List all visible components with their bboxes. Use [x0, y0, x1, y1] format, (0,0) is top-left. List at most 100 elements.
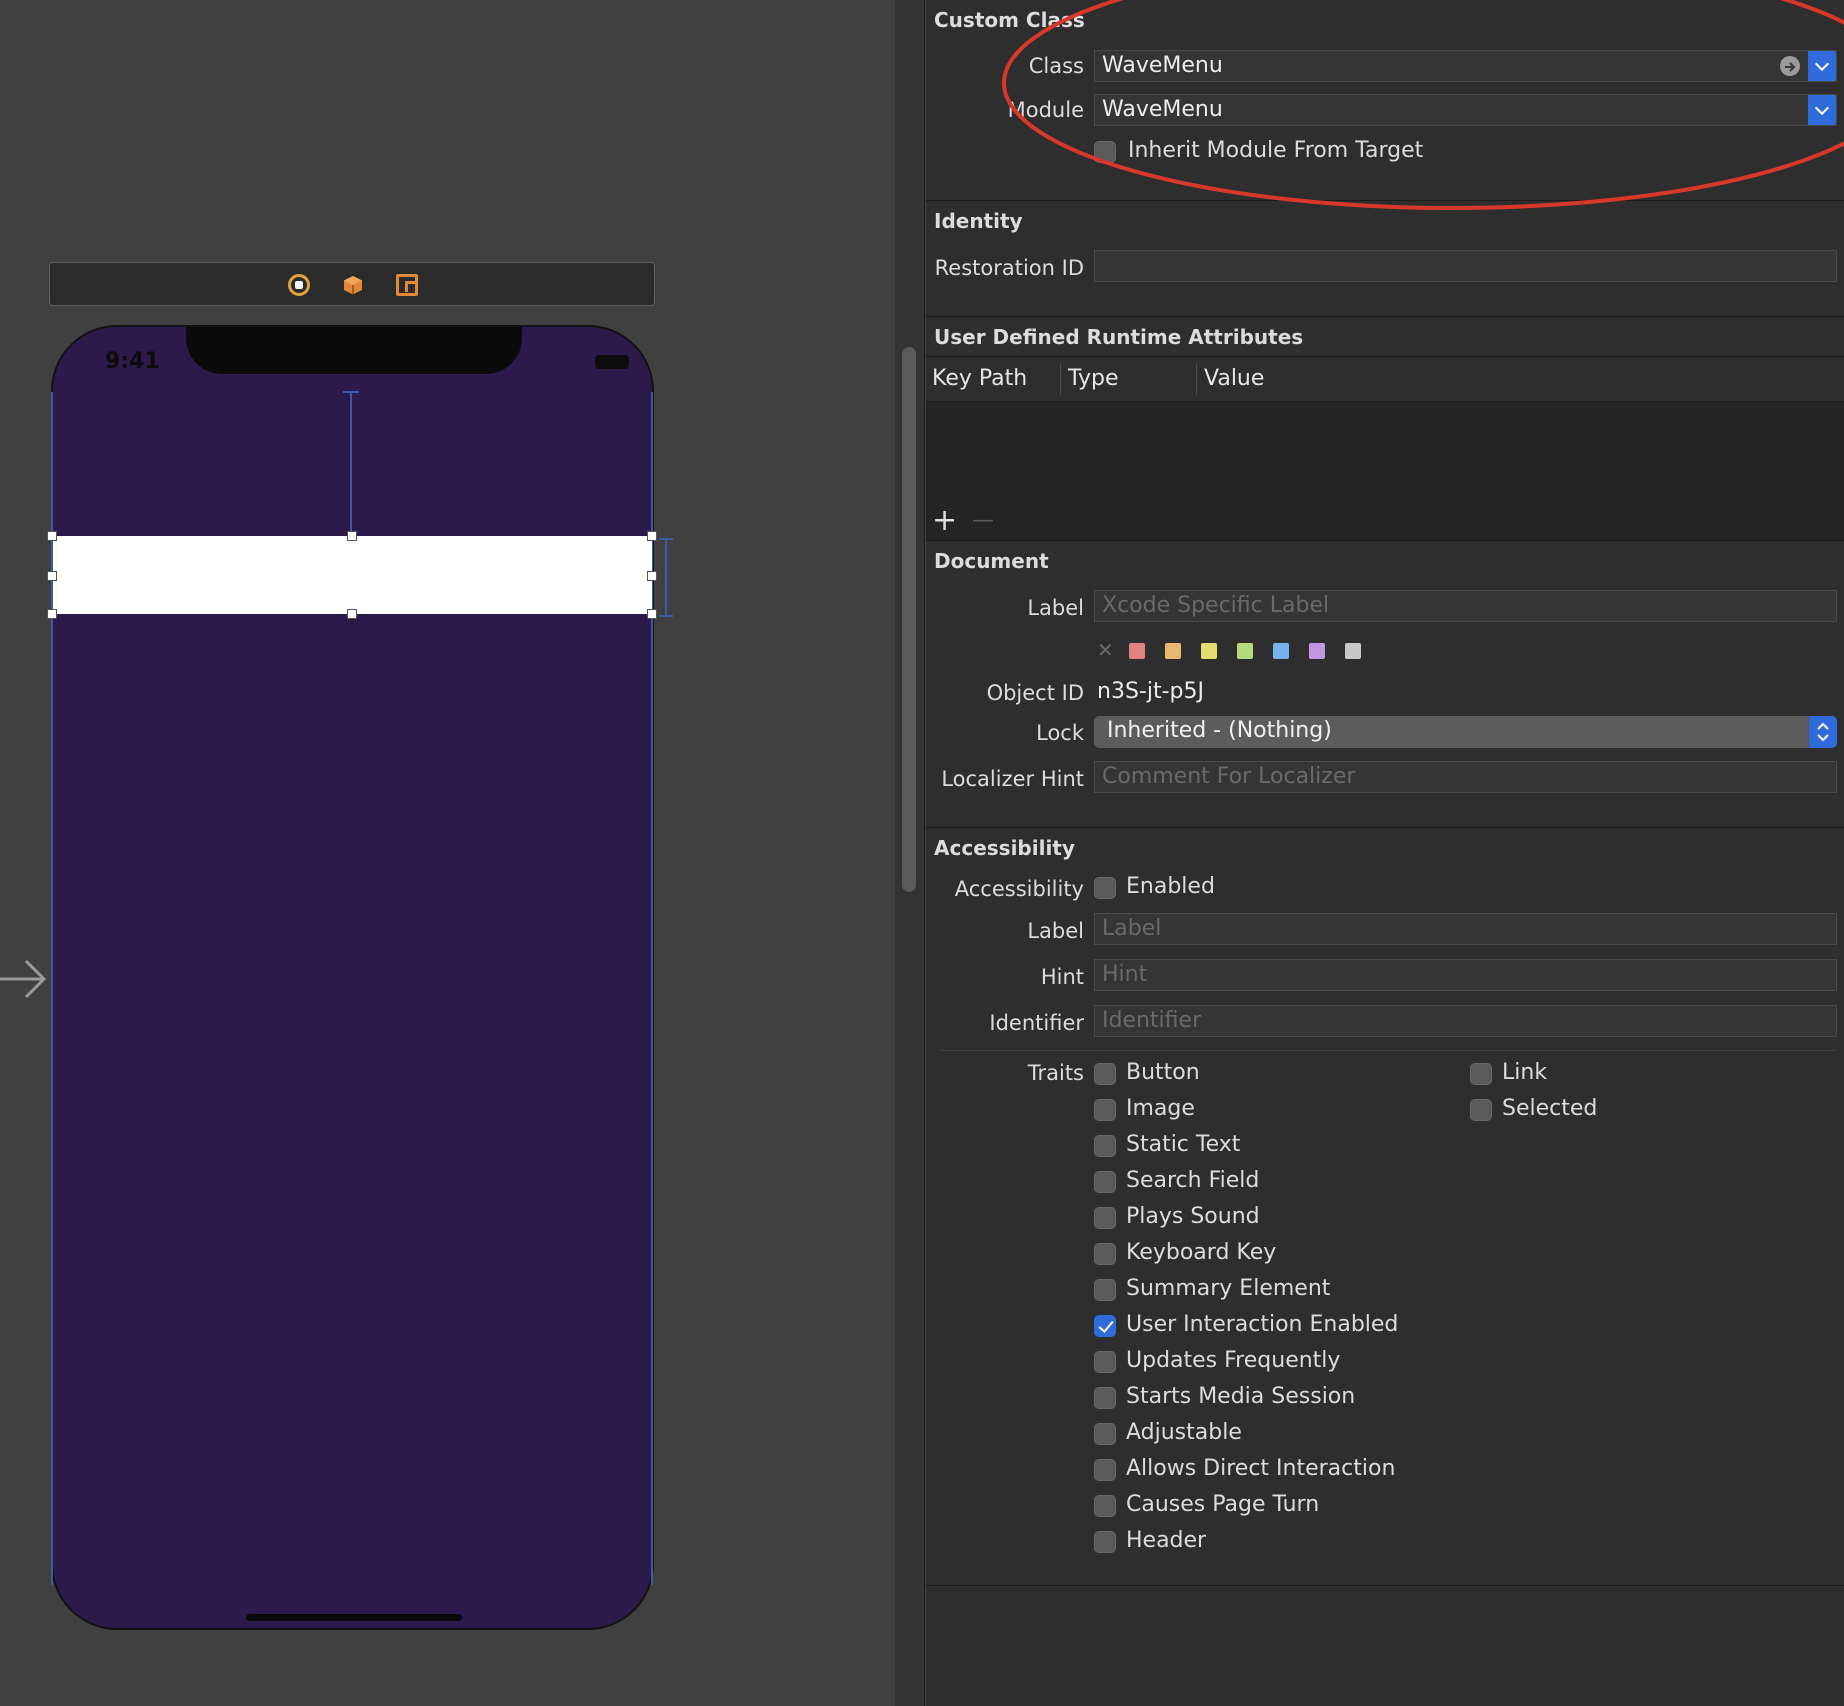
- go-to-class-icon[interactable]: [1780, 56, 1800, 76]
- top-constraint[interactable]: [350, 392, 352, 536]
- wave-menu-view[interactable]: [53, 536, 652, 614]
- first-responder-icon[interactable]: [342, 274, 364, 296]
- udra-table-header: Key Path Type Value: [926, 356, 1844, 402]
- col-type[interactable]: Type: [1068, 366, 1119, 391]
- entry-point-arrow-icon[interactable]: [0, 955, 48, 1003]
- document-label-label: Label: [1027, 596, 1084, 620]
- class-label: Class: [1028, 54, 1084, 78]
- trait-checkbox[interactable]: [1094, 1279, 1116, 1301]
- divider: [926, 316, 1844, 317]
- localizer-hint-placeholder: Comment For Localizer: [1102, 764, 1356, 789]
- swatch-gray[interactable]: [1345, 643, 1361, 659]
- resize-handle[interactable]: [647, 609, 657, 619]
- inherit-module-checkbox[interactable]: [1094, 141, 1116, 163]
- add-attribute-button[interactable]: +: [932, 506, 957, 536]
- trait-checkbox[interactable]: [1094, 1207, 1116, 1229]
- battery-icon: [595, 355, 629, 369]
- trait-checkbox[interactable]: [1094, 1099, 1116, 1121]
- module-field[interactable]: WaveMenu: [1094, 94, 1837, 126]
- swatch-red[interactable]: [1129, 643, 1145, 659]
- a11y-identifier-placeholder: Identifier: [1102, 1008, 1202, 1033]
- swatch-orange[interactable]: [1165, 643, 1181, 659]
- resize-handle[interactable]: [47, 531, 57, 541]
- clear-color-icon[interactable]: ✕: [1097, 638, 1114, 662]
- trait-checkbox[interactable]: [1094, 1351, 1116, 1373]
- divider: [926, 1585, 1844, 1586]
- trait-label: Starts Media Session: [1126, 1384, 1356, 1409]
- traits-label: Traits: [1027, 1061, 1084, 1085]
- module-dropdown-button[interactable]: [1808, 95, 1836, 125]
- class-dropdown-button[interactable]: [1808, 51, 1836, 81]
- view-controller-icon[interactable]: [288, 274, 310, 296]
- divider: [940, 1050, 1837, 1051]
- exit-icon[interactable]: [396, 274, 418, 296]
- canvas-scrollbar[interactable]: [902, 347, 916, 892]
- trait-checkbox[interactable]: [1094, 1387, 1116, 1409]
- storyboard-canvas[interactable]: 9:41: [0, 0, 895, 1706]
- resize-handle[interactable]: [647, 571, 657, 581]
- accessibility-label: Accessibility: [954, 877, 1084, 901]
- a11y-hint-field[interactable]: Hint: [1094, 959, 1837, 991]
- swatch-blue[interactable]: [1273, 643, 1289, 659]
- module-label: Module: [1007, 98, 1084, 122]
- col-value[interactable]: Value: [1204, 366, 1264, 391]
- trait-label: Static Text: [1126, 1132, 1241, 1157]
- accessibility-enabled-checkbox[interactable]: [1094, 877, 1116, 899]
- top-constraint-cap: [343, 391, 359, 393]
- resize-handle[interactable]: [47, 571, 57, 581]
- resize-handle[interactable]: [347, 609, 357, 619]
- height-constraint[interactable]: [665, 538, 667, 616]
- accessibility-enabled-label: Enabled: [1126, 874, 1215, 899]
- trait-checkbox[interactable]: [1094, 1063, 1116, 1085]
- a11y-label-placeholder: Label: [1102, 916, 1162, 941]
- a11y-label-field[interactable]: Label: [1094, 913, 1837, 945]
- resize-handle[interactable]: [47, 609, 57, 619]
- trait-label: Image: [1126, 1096, 1195, 1121]
- swatch-purple[interactable]: [1309, 643, 1325, 659]
- trait-checkbox[interactable]: [1094, 1495, 1116, 1517]
- trait-checkbox[interactable]: [1094, 1459, 1116, 1481]
- trait-label: Adjustable: [1126, 1420, 1242, 1445]
- col-key-path[interactable]: Key Path: [932, 366, 1027, 391]
- class-field[interactable]: WaveMenu: [1094, 50, 1837, 82]
- trait-checkbox[interactable]: [1094, 1315, 1116, 1337]
- trait-label: Link: [1502, 1060, 1548, 1085]
- custom-class-title: Custom Class: [934, 8, 1085, 32]
- resize-handle[interactable]: [347, 531, 357, 541]
- trait-checkbox[interactable]: [1094, 1423, 1116, 1445]
- object-id-label: Object ID: [986, 681, 1084, 705]
- trait-checkbox[interactable]: [1094, 1171, 1116, 1193]
- trait-checkbox[interactable]: [1094, 1243, 1116, 1265]
- class-value: WaveMenu: [1102, 53, 1223, 78]
- restoration-id-label: Restoration ID: [934, 256, 1084, 280]
- udra-table-body[interactable]: + —: [926, 402, 1844, 540]
- accessibility-title: Accessibility: [934, 836, 1075, 860]
- identity-title: Identity: [934, 209, 1023, 233]
- height-constraint-cap-top: [659, 538, 673, 540]
- swatch-green[interactable]: [1237, 643, 1253, 659]
- trait-checkbox[interactable]: [1470, 1099, 1492, 1121]
- trait-checkbox[interactable]: [1470, 1063, 1492, 1085]
- trait-label: Search Field: [1126, 1168, 1260, 1193]
- trait-label: Updates Frequently: [1126, 1348, 1341, 1373]
- trait-checkbox[interactable]: [1094, 1531, 1116, 1553]
- trait-label: Keyboard Key: [1126, 1240, 1277, 1265]
- trait-checkbox[interactable]: [1094, 1135, 1116, 1157]
- iphone-scene[interactable]: 9:41: [51, 325, 654, 1630]
- trait-label: Summary Element: [1126, 1276, 1331, 1301]
- column-separator: [1060, 363, 1061, 395]
- restoration-id-field[interactable]: [1094, 250, 1837, 282]
- remove-attribute-button[interactable]: —: [972, 506, 994, 536]
- lock-popup[interactable]: Inherited - (Nothing): [1094, 716, 1837, 748]
- localizer-hint-field[interactable]: Comment For Localizer: [1094, 761, 1837, 793]
- panel-splitter[interactable]: [895, 0, 925, 1706]
- a11y-identifier-field[interactable]: Identifier: [1094, 1005, 1837, 1037]
- document-label-field[interactable]: Xcode Specific Label: [1094, 590, 1837, 622]
- scene-dock: [49, 262, 655, 306]
- trait-label: Header: [1126, 1528, 1207, 1553]
- swatch-yellow[interactable]: [1201, 643, 1217, 659]
- lock-stepper-icon[interactable]: [1809, 716, 1837, 748]
- resize-handle[interactable]: [647, 531, 657, 541]
- lock-label: Lock: [1036, 721, 1084, 745]
- height-constraint-cap-bottom: [659, 615, 673, 617]
